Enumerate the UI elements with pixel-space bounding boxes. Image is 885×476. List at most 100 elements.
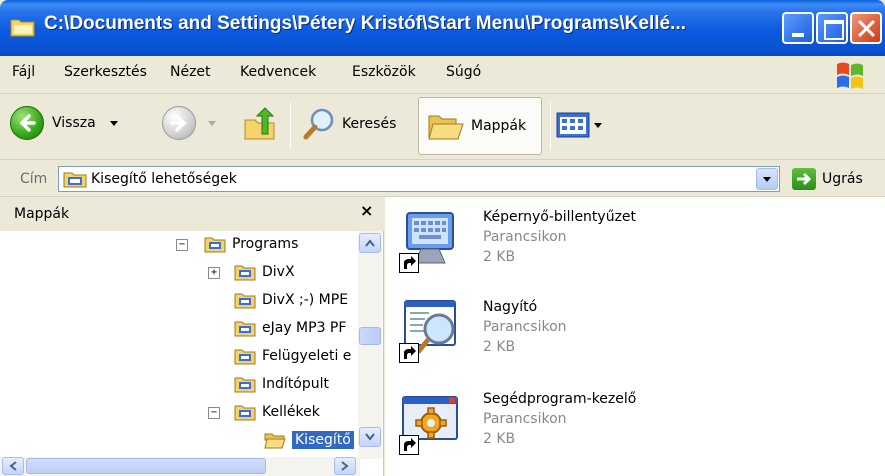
file-item[interactable]: Képernyő-billentyűzet Parancsikon 2 KB (399, 201, 739, 281)
folder-tree-horizontal-scrollbar[interactable] (0, 457, 360, 476)
file-name: Segédprogram-kezelő (483, 391, 637, 407)
program-folder-icon (234, 293, 256, 309)
tree-item-accessories[interactable]: Kellékek (234, 399, 320, 425)
scroll-left-button[interactable] (2, 457, 24, 475)
open-folder-icon (264, 433, 286, 449)
tree-item-divx[interactable]: DivX (234, 259, 295, 285)
accessibility-folder-icon (63, 172, 87, 188)
folders-icon (428, 115, 464, 140)
tree-item-label: eJay MP3 PF (262, 320, 347, 336)
folder-tree-vertical-scrollbar[interactable] (358, 231, 382, 459)
back-arrow-icon (10, 106, 44, 140)
menu-tools[interactable]: Eszközök (352, 64, 416, 80)
tree-item-label: DivX ;-) MPE (262, 292, 349, 308)
menu-file[interactable]: Fájl (12, 64, 35, 80)
chevron-down-icon (763, 176, 771, 182)
chevron-down-icon[interactable] (594, 122, 602, 128)
folder-tree: − Programs + DivX DivX ;-) MPE eJay MP3 … (0, 231, 362, 459)
folder-window-icon (10, 19, 35, 37)
address-input[interactable]: Kisegítő lehetőségek (58, 166, 780, 192)
chevron-down-icon[interactable] (208, 120, 216, 126)
chevron-down-icon[interactable] (109, 120, 118, 126)
program-folder-icon (234, 377, 256, 393)
folders-pane-close-icon[interactable]: × (360, 201, 373, 220)
vertical-scroll-thumb[interactable] (359, 327, 381, 345)
file-type: Parancsikon (483, 319, 567, 335)
address-value: Kisegítő lehetőségek (91, 171, 237, 187)
folders-pane-title: Mappák (14, 206, 70, 222)
views-icon (556, 112, 590, 138)
tree-item-label: DivX (262, 264, 295, 280)
views-button[interactable] (556, 112, 602, 138)
menu-bar: Fájl Szerkesztés Nézet Kedvencek Eszközö… (0, 56, 885, 94)
search-icon (303, 108, 334, 140)
search-label: Keresés (342, 116, 397, 132)
back-label: Vissza (52, 115, 96, 131)
file-size: 2 KB (483, 339, 516, 355)
chevron-right-icon (341, 461, 349, 471)
menu-favorites[interactable]: Kedvencek (240, 64, 316, 80)
menu-edit[interactable]: Szerkesztés (64, 64, 147, 80)
shortcut-arrow-icon (399, 435, 419, 455)
program-folder-icon (204, 237, 226, 253)
shortcut-arrow-icon (399, 343, 419, 363)
horizontal-scroll-thumb[interactable] (26, 458, 266, 474)
file-type: Parancsikon (483, 229, 567, 245)
tree-item-label: Indítópult (262, 376, 329, 392)
menu-help[interactable]: Súgó (446, 64, 481, 80)
close-button[interactable] (850, 12, 882, 44)
tree-item-startup[interactable]: Indítópult (234, 371, 329, 397)
menu-view[interactable]: Nézet (170, 64, 211, 80)
up-folder-icon (244, 107, 275, 140)
chevron-left-icon (9, 461, 17, 471)
folders-button[interactable]: Mappák (418, 97, 542, 155)
file-size: 2 KB (483, 431, 516, 447)
tree-expander[interactable]: − (176, 239, 188, 251)
toolbar-separator (290, 102, 291, 150)
tree-item-label: Programs (232, 236, 299, 252)
go-button[interactable]: Ugrás (792, 168, 863, 190)
tree-item-administrative[interactable]: Felügyeleti e (234, 343, 351, 369)
folders-label: Mappák (471, 118, 527, 134)
window-title: C:\Documents and Settings\Pétery Kristóf… (44, 13, 686, 34)
forward-button[interactable] (162, 106, 216, 140)
tree-item-ejay[interactable]: eJay MP3 PF (234, 315, 346, 341)
title-bar[interactable]: C:\Documents and Settings\Pétery Kristóf… (0, 0, 885, 56)
tree-item-programs[interactable]: Programs (204, 231, 298, 257)
maximize-button[interactable] (816, 12, 848, 44)
scroll-right-button[interactable] (334, 457, 356, 475)
tree-item-label: Felügyeleti e (262, 348, 352, 364)
chevron-up-icon (365, 239, 375, 247)
file-type: Parancsikon (483, 411, 567, 427)
back-button[interactable]: Vissza (10, 106, 118, 140)
tree-item-label: Kisegítő (292, 431, 354, 449)
address-bar: Cím Kisegítő lehetőségek Ugrás (0, 161, 885, 197)
tree-expander[interactable]: − (208, 407, 220, 419)
folders-pane-header: Mappák × (0, 197, 384, 231)
go-label: Ugrás (822, 171, 863, 187)
program-folder-icon (234, 265, 256, 281)
tree-item-label: Kellékek (262, 404, 320, 420)
address-dropdown-button[interactable] (756, 168, 778, 190)
tree-item-accessibility[interactable]: Kisegítő (264, 427, 354, 453)
search-button[interactable]: Keresés (302, 106, 396, 142)
windows-logo-icon (837, 62, 863, 89)
scroll-down-button[interactable] (359, 427, 381, 447)
file-item[interactable]: Segédprogram-kezelő Parancsikon 2 KB (399, 383, 739, 463)
forward-arrow-icon (162, 106, 196, 140)
file-size: 2 KB (483, 249, 516, 265)
tree-expander[interactable]: + (208, 267, 220, 279)
minimize-button[interactable] (782, 12, 814, 44)
file-list: Képernyő-billentyűzet Parancsikon 2 KB N… (385, 197, 885, 476)
scroll-up-button[interactable] (359, 233, 381, 253)
file-item[interactable]: Nagyító Parancsikon 2 KB (399, 291, 739, 371)
folders-pane: Mappák × − Programs + DivX DivX ;-) MPE … (0, 197, 384, 476)
program-folder-icon (234, 349, 256, 365)
shortcut-arrow-icon (399, 253, 419, 273)
file-name: Képernyő-billentyűzet (483, 209, 637, 225)
up-folder-button[interactable] (242, 106, 278, 142)
program-folder-icon (234, 321, 256, 337)
program-folder-icon (234, 405, 256, 421)
tree-item-divx-mpeg[interactable]: DivX ;-) MPE (234, 287, 348, 313)
go-arrow-icon (792, 168, 816, 190)
